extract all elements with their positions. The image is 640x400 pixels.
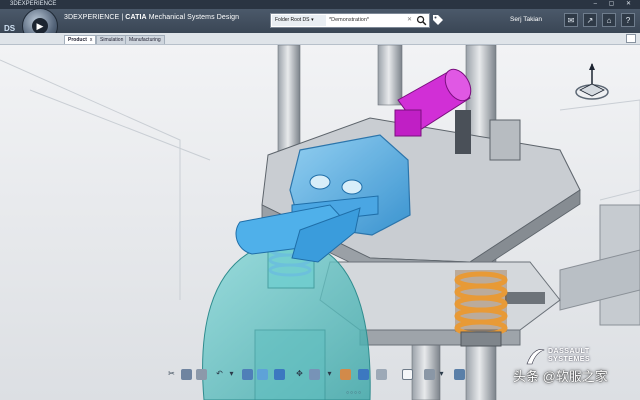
- app-title: 3DEXPERIENCE | CATIA Mechanical Systems …: [64, 14, 239, 21]
- rotate-icon[interactable]: [309, 369, 320, 380]
- chevron-down-icon[interactable]: ▾: [324, 368, 335, 379]
- pan-icon[interactable]: ✥: [294, 368, 305, 379]
- window-controls[interactable]: – ▢ ✕: [594, 0, 636, 9]
- undo-icon[interactable]: ↶: [214, 368, 225, 379]
- section-icon[interactable]: [376, 369, 387, 380]
- tab-manufacturing[interactable]: Manufacturing: [125, 35, 165, 44]
- search-bar[interactable]: Folder Root DS ▾ *Demonstration* ✕: [270, 13, 430, 28]
- app-product: CATIA: [125, 14, 147, 21]
- tab-product[interactable]: Product x: [64, 35, 97, 44]
- orange-spring: [454, 270, 508, 347]
- clear-search-icon[interactable]: ✕: [407, 14, 412, 27]
- grid-icon[interactable]: [424, 369, 435, 380]
- play-icon[interactable]: ▶: [32, 18, 48, 34]
- tag-icon[interactable]: [432, 14, 444, 26]
- ds-mark-icon: [526, 349, 545, 365]
- top-bar: DS 3DEXPERIENCE | CATIA Mechanical Syste…: [0, 9, 640, 33]
- help-icon[interactable]: ?: [621, 13, 635, 27]
- tab-manufacturing-label: Manufacturing: [129, 37, 161, 43]
- search-context-label: Folder Root DS: [275, 17, 310, 23]
- chevron-down-icon[interactable]: ▾: [436, 368, 447, 379]
- action-bar: ✂ ↶ ▾ ✥ ▾ ▾: [164, 366, 476, 384]
- action-bar-pager[interactable]: ○○○○: [346, 390, 362, 396]
- home-icon[interactable]: ⌂: [602, 13, 616, 27]
- window-title-bar: 3DEXPERIENCE – ▢ ✕: [0, 0, 640, 9]
- tab-simulation[interactable]: Simulation: [96, 35, 128, 44]
- app-brand: 3DEXPERIENCE: [64, 14, 120, 21]
- tree-icon[interactable]: [454, 369, 465, 380]
- paste-icon[interactable]: [196, 369, 207, 380]
- box-view-icon[interactable]: [358, 369, 369, 380]
- search-icon[interactable]: [416, 15, 427, 26]
- watermark: 头条 @软服之家: [513, 369, 608, 384]
- navigation-cube-icon[interactable]: [572, 62, 612, 106]
- cut-icon[interactable]: ✂: [166, 368, 177, 379]
- user-name[interactable]: Serj Takian: [510, 16, 542, 23]
- brand-line-1: DASSAULT: [548, 348, 590, 355]
- layout-toggle-icon[interactable]: [626, 34, 636, 43]
- hide-show-icon[interactable]: [402, 369, 413, 380]
- app-name: Mechanical Systems Design: [146, 14, 240, 21]
- search-context-dropdown[interactable]: Folder Root DS ▾: [272, 15, 326, 26]
- chat-icon[interactable]: ✉: [564, 13, 578, 27]
- share-icon[interactable]: ↗: [583, 13, 597, 27]
- tab-bar: Product x Simulation Manufacturing: [0, 33, 640, 45]
- tab-close-icon[interactable]: x: [90, 37, 93, 43]
- search-input[interactable]: *Demonstration*: [329, 14, 369, 27]
- zoom-icon[interactable]: [257, 369, 268, 380]
- chevron-down-icon[interactable]: ▾: [226, 368, 237, 379]
- view-cube-icon[interactable]: [274, 369, 285, 380]
- chevron-down-icon: ▾: [311, 17, 314, 23]
- tab-simulation-label: Simulation: [100, 37, 124, 43]
- brand-line-2: SYSTEMES: [548, 356, 591, 363]
- window-title: 3DEXPERIENCE: [10, 1, 57, 7]
- copy-icon[interactable]: [181, 369, 192, 380]
- fit-all-icon[interactable]: [242, 369, 253, 380]
- tab-product-label: Product: [68, 37, 87, 43]
- render-style-icon[interactable]: [340, 369, 351, 380]
